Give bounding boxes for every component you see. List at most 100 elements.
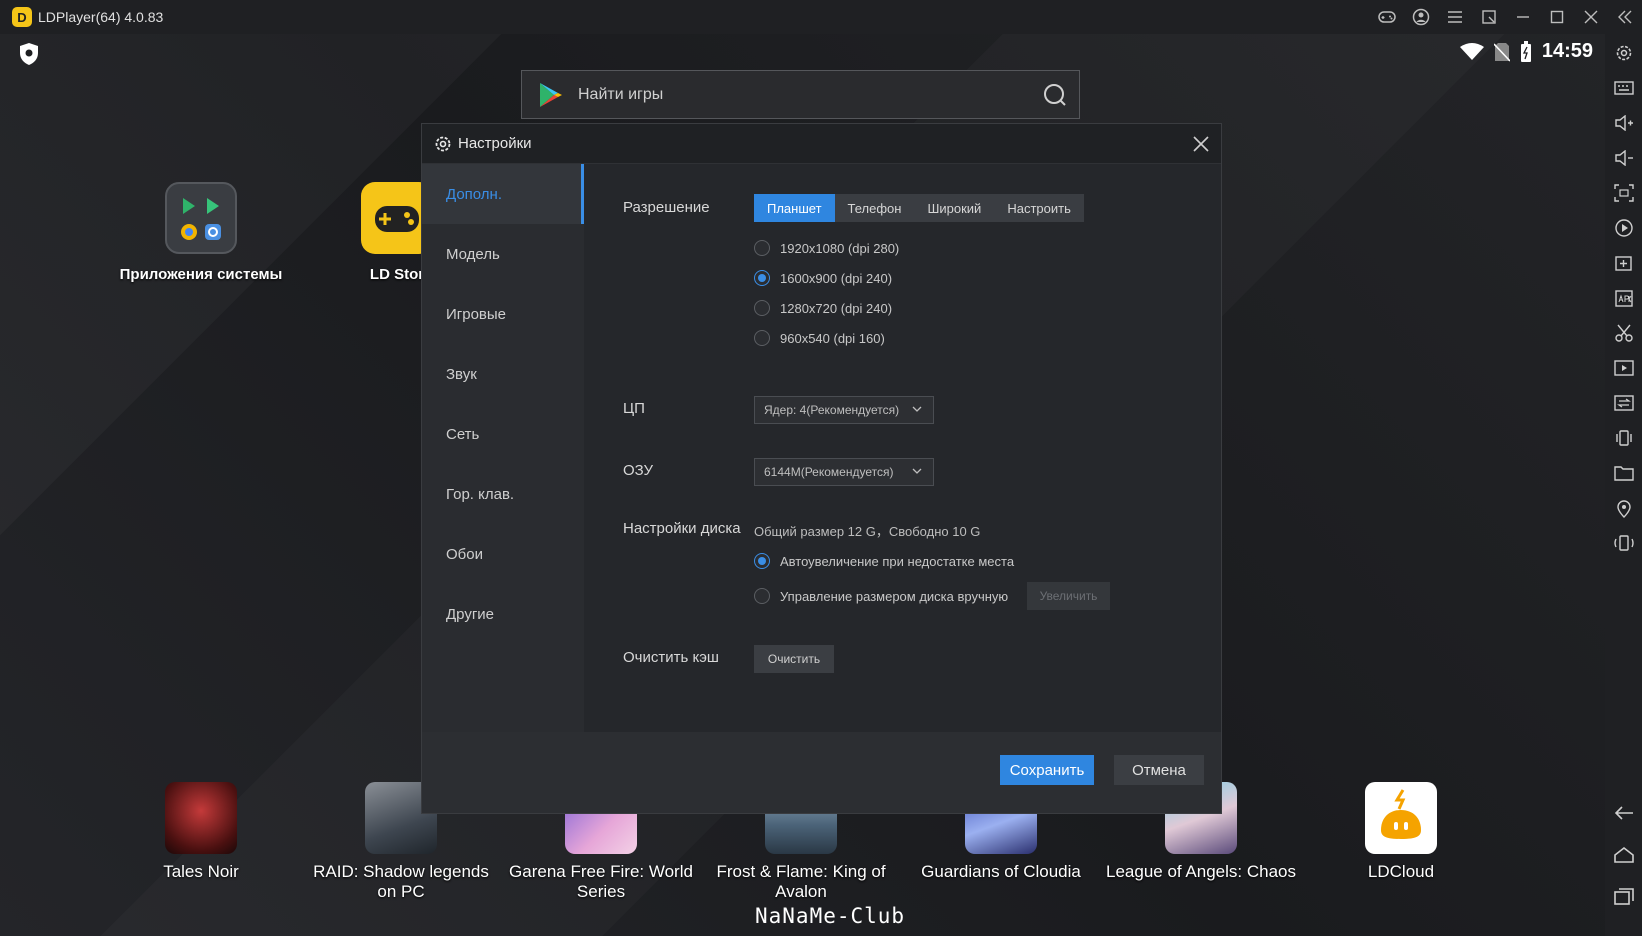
dock-app-ldcloud[interactable]: LDCloud [1306,782,1496,882]
ram-label: ОЗУ [623,462,654,479]
wifi-icon [1459,42,1484,60]
play-store-icon [540,82,562,107]
sidebar-item-wallpaper[interactable]: Обои [422,524,584,584]
volume-up-icon[interactable] [1613,112,1635,134]
sidebar-item-hotkeys[interactable]: Гор. клав. [422,464,584,524]
desktop-app-system-apps[interactable]: Приложения системы [106,182,296,283]
tab-phone[interactable]: Телефон [834,194,915,222]
scissors-icon[interactable] [1613,322,1635,344]
clock: 14:59 [1541,40,1593,62]
dock-app-tales-noir[interactable]: Tales Noir [106,782,296,882]
watermark-text: NaNaMe-Club [755,904,906,928]
ldcloud-icon [1365,782,1437,854]
tool-sidebar [1605,34,1642,936]
ram-select[interactable]: 6144M(Рекомендуется) [754,458,934,486]
battery-icon [1520,40,1531,62]
location-icon[interactable] [1613,497,1635,519]
disk-auto-option-label: Автоувеличение при недостатке места [780,553,1015,569]
resolution-option-960[interactable]: 960x540 (dpi 160) [754,330,885,346]
dock-app-label: League of Angels: Chaos [1106,862,1296,881]
collapse-sidebar-icon[interactable] [1608,0,1642,34]
close-window-icon[interactable] [1574,0,1608,34]
shield-icon[interactable] [18,42,40,66]
sidebar-item-model[interactable]: Модель [422,224,584,284]
add-instance-icon[interactable] [1613,252,1635,274]
disk-size-info: Общий размер 12 G，Свободно 10 G [754,524,981,539]
status-bar: 14:59 [1459,40,1593,63]
close-icon[interactable] [1191,134,1211,154]
radio-button[interactable] [754,588,770,604]
clear-cache-button[interactable]: Очистить [754,645,834,673]
home-icon[interactable] [1613,844,1635,866]
save-button[interactable]: Сохранить [1000,755,1094,785]
rotate-screen-icon[interactable] [1613,532,1635,554]
dialog-title: Настройки [458,135,532,152]
gamepad-icon[interactable] [1370,0,1404,34]
cpu-label: ЦП [623,400,645,417]
radio-button-selected[interactable] [754,553,770,569]
recent-apps-icon[interactable] [1613,886,1635,908]
sync-icon[interactable] [1613,392,1635,414]
dock-app-label: Garena Free Fire: World Series [509,862,693,901]
radio-button[interactable] [754,300,770,316]
gear-icon [435,136,451,151]
minimize-icon[interactable] [1506,0,1540,34]
tab-wide[interactable]: Широкий [914,194,995,222]
disk-auto-option[interactable]: Автоувеличение при недостатке места [754,553,1014,569]
dock-app-label: Guardians of Cloudia [921,862,1081,881]
ldplayer-logo-icon: D [12,7,32,27]
cancel-button[interactable]: Отмена [1114,755,1204,785]
cpu-select[interactable]: Ядер: 4(Рекомендуется) [754,396,934,424]
volume-down-icon[interactable] [1613,147,1635,169]
radio-button[interactable] [754,240,770,256]
tales-noir-icon [165,782,237,854]
back-icon[interactable] [1613,802,1635,824]
keyboard-icon[interactable] [1613,77,1635,99]
disk-manual-option-label: Управление размером диска вручную [780,588,1009,604]
disk-manual-option[interactable]: Управление размером диска вручную [754,588,1008,604]
resolution-option-label: 960x540 (dpi 160) [780,330,885,346]
tab-custom[interactable]: Настроить [994,194,1084,222]
game-search-bar[interactable] [521,70,1080,119]
resolution-option-1600[interactable]: 1600x900 (dpi 240) [754,270,892,286]
desktop-app-label: Приложения системы [119,266,283,283]
settings-gear-icon[interactable] [1613,42,1635,64]
record-icon[interactable] [1613,217,1635,239]
sidebar-item-advanced[interactable]: Дополн. [422,164,584,224]
shake-icon[interactable] [1613,427,1635,449]
search-icon[interactable] [1041,82,1067,108]
maximize-icon[interactable] [1540,0,1574,34]
tab-tablet[interactable]: Планшет [754,194,835,222]
radio-button[interactable] [754,330,770,346]
sidebar-item-network[interactable]: Сеть [422,404,584,464]
dock-app-label: Tales Noir [163,862,239,881]
title-bar: D LDPlayer(64) 4.0.83 [0,0,1642,34]
chevron-down-icon [912,406,922,412]
dock-app-label: Frost & Flame: King of Avalon [716,862,886,901]
screenshot-icon[interactable] [1613,182,1635,204]
sidebar-item-other[interactable]: Другие [422,584,584,644]
dock-app-label: RAID: Shadow legends on PC [313,862,489,901]
folder-icon[interactable] [1613,462,1635,484]
dock-app-label: LDCloud [1367,862,1435,881]
video-play-icon[interactable] [1613,357,1635,379]
resolution-label: Разрешение [623,199,710,216]
increase-disk-button[interactable]: Увеличить [1027,582,1110,610]
system-apps-folder-icon [165,182,237,254]
sidebar-item-sound[interactable]: Звук [422,344,584,404]
menu-icon[interactable] [1438,0,1472,34]
pin-window-icon[interactable] [1472,0,1506,34]
radio-button-selected[interactable] [754,270,770,286]
resolution-option-1280[interactable]: 1280x720 (dpi 240) [754,300,892,316]
resolution-mode-tabs: Планшет Телефон Широкий Настроить [754,194,1084,222]
search-input[interactable] [578,85,1041,104]
disk-settings-label: Настройки диска [623,520,741,537]
resolution-option-label: 1600x900 (dpi 240) [780,270,893,286]
sidebar-item-games[interactable]: Игровые [422,284,584,344]
settings-sidebar: Дополн. Модель Игровые Звук Сеть Гор. кл… [422,164,584,732]
account-icon[interactable] [1404,0,1438,34]
apk-install-icon[interactable] [1613,287,1635,309]
ram-select-value: 6144M(Рекомендуется) [764,465,894,479]
resolution-option-1920[interactable]: 1920x1080 (dpi 280) [754,240,899,256]
resolution-option-label: 1280x720 (dpi 240) [780,300,893,316]
